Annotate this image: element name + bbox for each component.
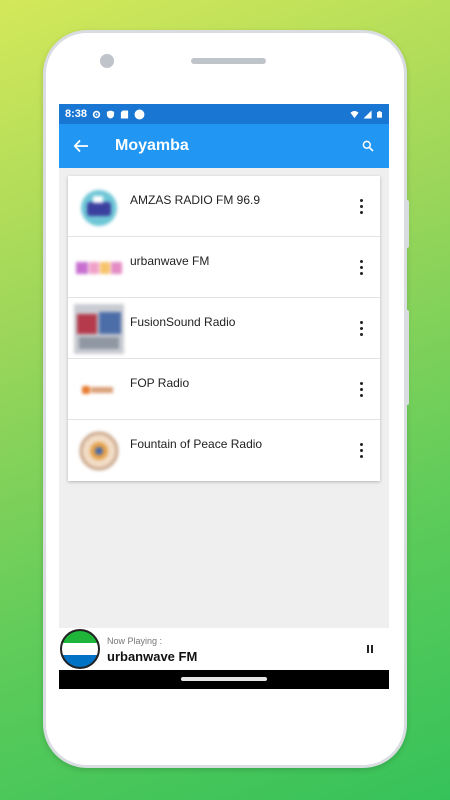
status-bar: 8:38 — [59, 104, 389, 124]
search-icon — [362, 140, 374, 152]
battery-icon — [377, 110, 382, 118]
search-button[interactable] — [357, 135, 379, 157]
more-options-button[interactable] — [356, 257, 366, 277]
station-row[interactable]: FOP Radio — [68, 359, 380, 420]
earpiece-speaker — [191, 58, 266, 64]
station-row[interactable]: urbanwave FM — [68, 237, 380, 298]
fop-logo — [82, 386, 113, 394]
station-name: urbanwave FM — [130, 254, 210, 268]
app-screen: 8:38 Moyamba AMZAS RADIO FM 96.9 urbanwa… — [59, 104, 389, 689]
wifi-icon — [350, 110, 359, 118]
sd-card-icon — [120, 109, 129, 119]
arrow-left-icon — [73, 139, 88, 153]
station-row[interactable]: Fountain of Peace Radio — [68, 420, 380, 481]
more-options-button[interactable] — [356, 379, 366, 399]
page-title: Moyamba — [115, 137, 189, 154]
circle-icon — [134, 109, 145, 119]
now-playing-bar[interactable]: Now Playing : urbanwave FM — [59, 628, 389, 670]
station-row[interactable]: AMZAS RADIO FM 96.9 — [68, 176, 380, 237]
station-name: FusionSound Radio — [130, 315, 236, 329]
back-button[interactable] — [69, 134, 93, 158]
home-gesture-handle[interactable] — [181, 677, 267, 681]
urbanwave-logo — [74, 260, 124, 276]
sierra-leone-flag-artwork — [60, 629, 100, 669]
station-name: FOP Radio — [130, 376, 190, 390]
fountain-logo — [79, 431, 119, 471]
station-list: AMZAS RADIO FM 96.9 urbanwave FM FusionS… — [68, 176, 380, 481]
now-playing-label: Now Playing : — [107, 636, 163, 646]
fusionsound-logo — [74, 304, 124, 354]
more-options-button[interactable] — [356, 440, 366, 460]
power-button — [405, 310, 409, 405]
more-options-button[interactable] — [356, 196, 366, 216]
more-options-button[interactable] — [356, 318, 366, 338]
status-time: 8:38 — [65, 108, 88, 120]
volume-button — [405, 200, 409, 248]
amzas-logo — [81, 190, 117, 226]
app-bar: Moyamba — [59, 124, 389, 168]
front-camera — [100, 54, 114, 68]
system-nav-bar — [59, 670, 389, 689]
gear-icon — [92, 110, 101, 118]
shield-icon — [106, 109, 115, 119]
station-name: AMZAS RADIO FM 96.9 — [130, 193, 261, 207]
pause-icon[interactable] — [367, 645, 375, 653]
now-playing-station: urbanwave FM — [107, 649, 198, 664]
signal-icon — [363, 109, 372, 119]
station-row[interactable]: FusionSound Radio — [68, 298, 380, 359]
station-name: Fountain of Peace Radio — [130, 437, 263, 451]
